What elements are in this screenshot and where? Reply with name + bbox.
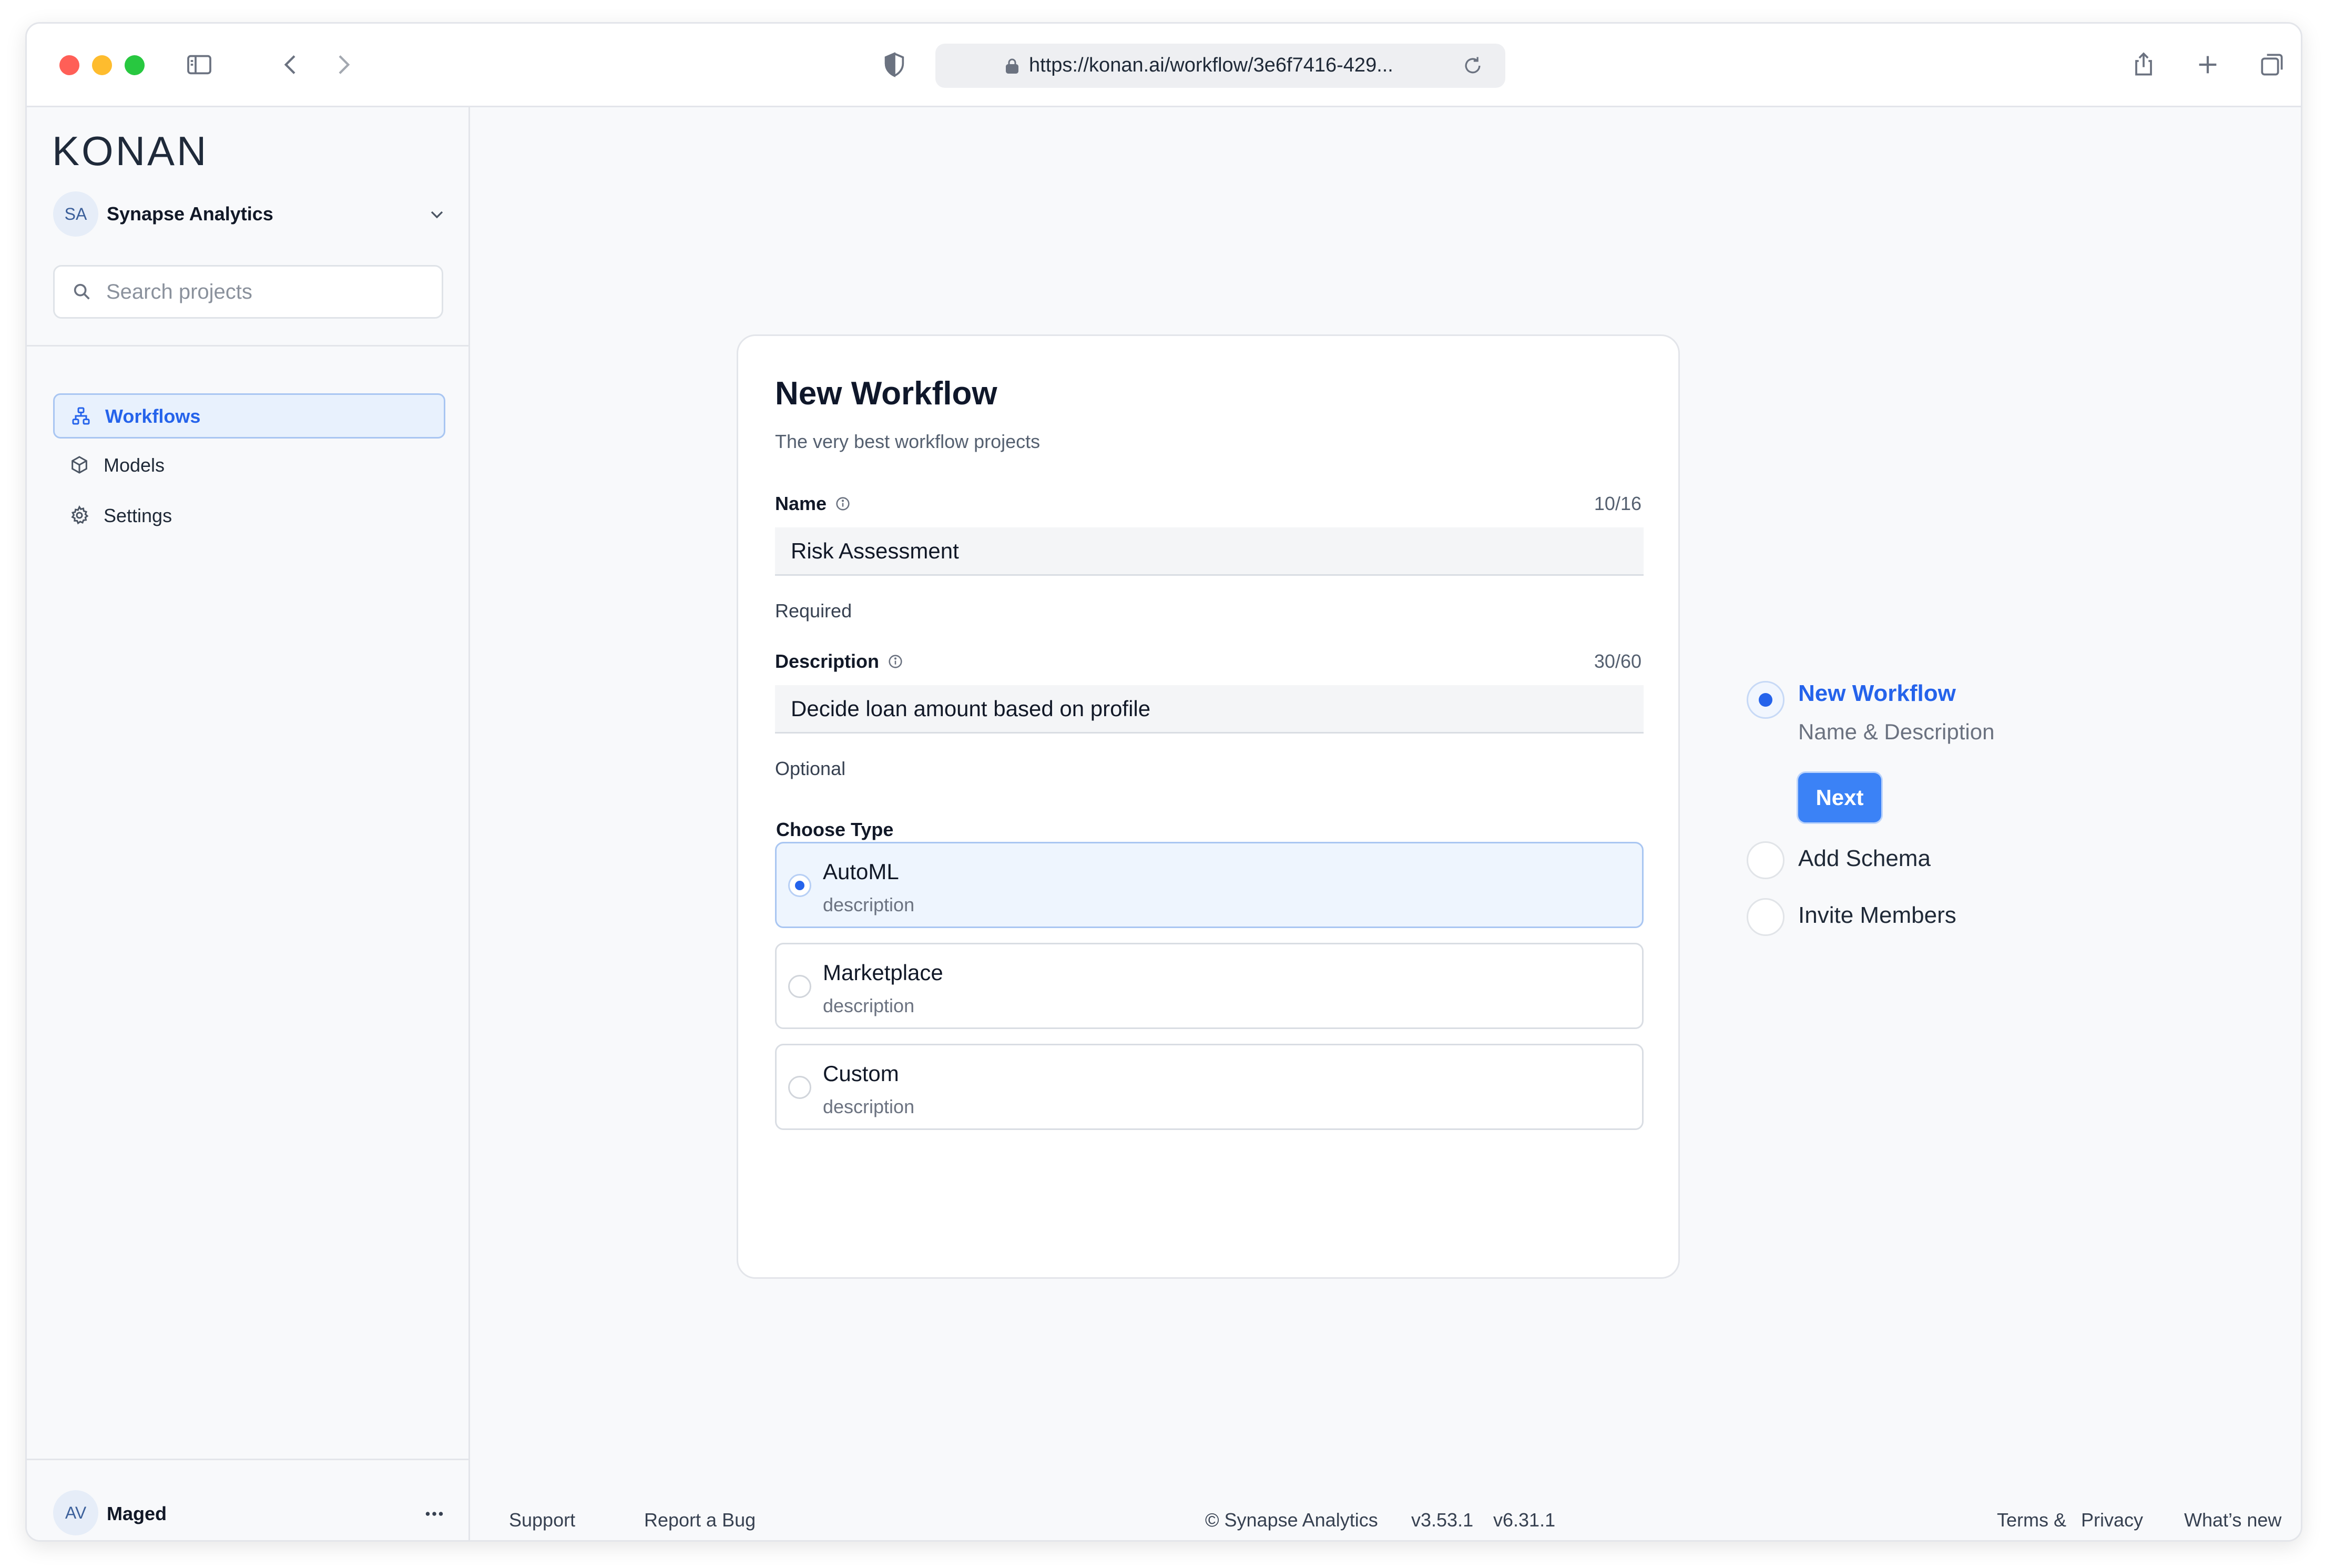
address-bar[interactable]: https://konan.ai/workflow/3e6f7416-429..…: [935, 44, 1505, 88]
step-indicator: [1747, 841, 1784, 879]
type-option-marketplace[interactable]: Marketplace description: [775, 943, 1644, 1029]
app-version: v3.53.1: [1411, 1509, 1474, 1531]
sidebar: KONAN SA Synapse Analytics Workflows Mod…: [27, 107, 470, 1540]
privacy-link[interactable]: Privacy: [2081, 1509, 2143, 1531]
card-subtitle: The very best workflow projects: [775, 431, 1041, 452]
minimize-window-button[interactable]: [92, 55, 112, 75]
step-indicator-active: [1747, 681, 1784, 719]
main-content: New Workflow The very best workflow proj…: [470, 107, 2301, 1540]
terms-link[interactable]: Terms &: [1997, 1509, 2066, 1531]
chevron-down-icon[interactable]: [426, 204, 447, 225]
share-icon[interactable]: [2125, 46, 2163, 84]
sidebar-item-models[interactable]: Models: [53, 444, 442, 486]
option-description: description: [823, 995, 915, 1016]
back-icon[interactable]: [272, 46, 310, 84]
step-title-invite-members: Invite Members: [1798, 902, 1956, 928]
user-profile[interactable]: AV Maged: [53, 1490, 443, 1538]
description-label-text: Description: [775, 650, 880, 672]
radio-button[interactable]: [788, 874, 811, 897]
name-label: Name: [775, 493, 852, 515]
description-char-counter: 30/60: [1594, 650, 1641, 672]
org-avatar: SA: [53, 191, 98, 237]
description-label: Description: [775, 650, 904, 673]
step-indicator: [1747, 898, 1784, 936]
name-char-counter: 10/16: [1594, 493, 1641, 514]
sidebar-item-settings[interactable]: Settings: [53, 494, 442, 536]
cube-icon: [72, 456, 87, 474]
sidebar-divider: [27, 1459, 468, 1460]
step-subtitle: Name & Description: [1798, 719, 1995, 744]
sidebar-item-label: Settings: [104, 505, 172, 526]
copyright-text: © Synapse Analytics: [1205, 1509, 1378, 1531]
konan-logo: KONAN: [52, 128, 209, 174]
card-title: New Workflow: [775, 375, 997, 412]
option-description: description: [823, 1096, 915, 1117]
sidebar-divider: [27, 345, 468, 347]
user-avatar: AV: [53, 1490, 98, 1535]
name-label-text: Name: [775, 493, 827, 514]
maximize-window-button[interactable]: [125, 55, 145, 75]
type-option-automl[interactable]: AutoML description: [775, 842, 1644, 928]
report-bug-link[interactable]: Report a Bug: [644, 1509, 756, 1531]
org-name: Synapse Analytics: [107, 203, 273, 225]
step-title-add-schema: Add Schema: [1798, 846, 1931, 871]
radio-button[interactable]: [788, 1076, 811, 1099]
lock-icon: [1006, 58, 1018, 74]
step-title-new-workflow: New Workflow: [1798, 680, 1956, 706]
type-option-custom[interactable]: Custom description: [775, 1044, 1644, 1130]
search-input[interactable]: [105, 277, 423, 307]
info-icon[interactable]: [886, 653, 904, 670]
ui-version: v6.31.1: [1493, 1509, 1556, 1531]
option-title: Marketplace: [823, 960, 943, 985]
new-workflow-card: New Workflow The very best workflow proj…: [737, 334, 1680, 1279]
browser-window: https://konan.ai/workflow/3e6f7416-429..…: [25, 22, 2302, 1542]
organization-switcher[interactable]: SA Synapse Analytics: [53, 191, 443, 239]
sidebar-toggle-icon[interactable]: [180, 46, 218, 84]
name-input[interactable]: [775, 527, 1644, 576]
url-text: https://konan.ai/workflow/3e6f7416-429..…: [1029, 54, 1393, 76]
browser-toolbar: https://konan.ai/workflow/3e6f7416-429..…: [27, 24, 2301, 107]
description-input[interactable]: [775, 685, 1644, 734]
sidebar-item-label: Models: [104, 454, 165, 476]
sidebar-item-label: Workflows: [105, 405, 201, 427]
option-title: Custom: [823, 1061, 899, 1086]
option-title: AutoML: [823, 859, 899, 884]
forward-icon[interactable]: [324, 46, 362, 84]
workflow-icon: [72, 407, 90, 425]
support-link[interactable]: Support: [509, 1509, 575, 1531]
next-button[interactable]: Next: [1798, 773, 1881, 822]
search-box[interactable]: [53, 265, 443, 319]
user-name: Maged: [107, 1503, 167, 1524]
search-icon: [74, 283, 90, 300]
close-window-button[interactable]: [59, 55, 79, 75]
description-hint: Optional: [775, 758, 846, 779]
option-description: description: [823, 894, 915, 915]
whats-new-link[interactable]: What’s new: [2184, 1509, 2281, 1531]
new-tab-icon[interactable]: [2189, 46, 2227, 84]
reload-icon[interactable]: [1461, 54, 1484, 77]
more-options-icon[interactable]: [421, 1501, 447, 1527]
sidebar-item-workflows[interactable]: Workflows: [53, 393, 445, 439]
name-hint: Required: [775, 600, 852, 622]
info-icon[interactable]: [834, 495, 852, 513]
radio-button[interactable]: [788, 975, 811, 998]
choose-type-label: Choose Type: [776, 819, 894, 840]
gear-icon: [71, 505, 89, 525]
privacy-shield-icon[interactable]: [875, 46, 913, 84]
tab-overview-icon[interactable]: [2253, 46, 2291, 84]
